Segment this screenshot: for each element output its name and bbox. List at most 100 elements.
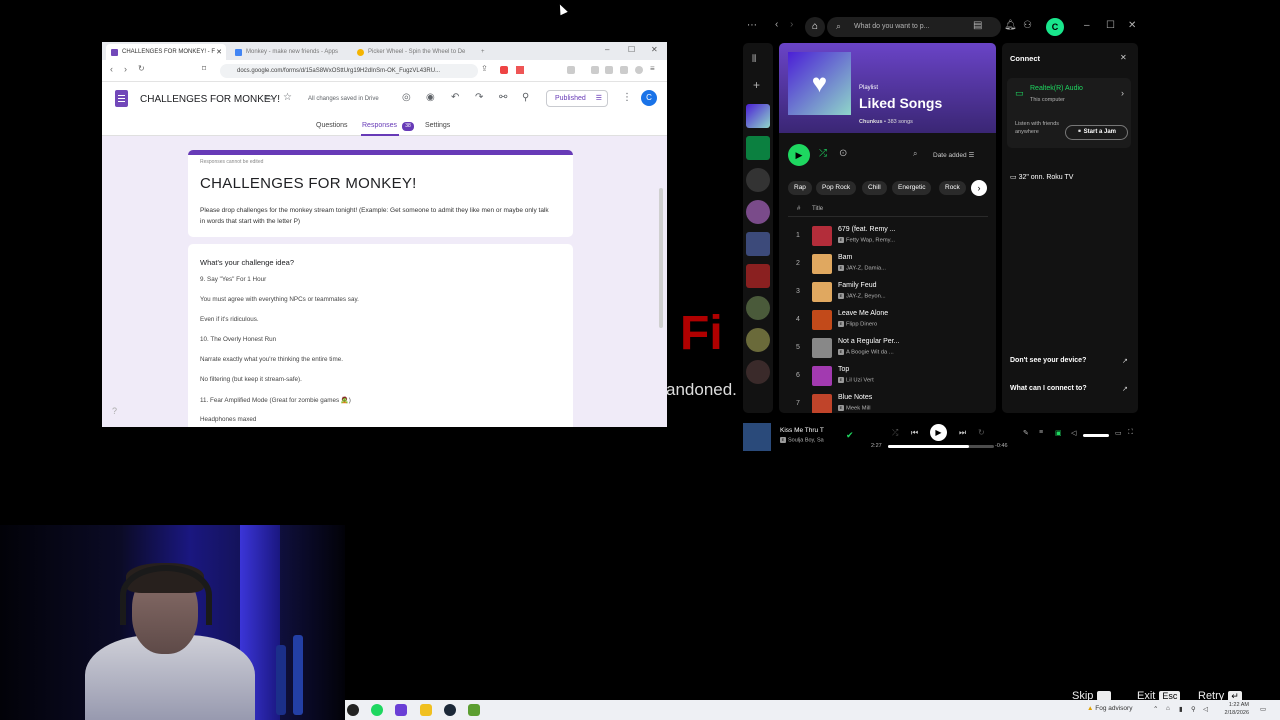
steam-icon[interactable] <box>444 704 456 716</box>
download-icon[interactable]: ⊙ <box>839 148 847 159</box>
weather-widget[interactable]: ▲ Fog advisory <box>1087 705 1132 712</box>
reload-icon[interactable]: ↻ <box>138 64 145 73</box>
wallet-icon[interactable] <box>635 66 643 74</box>
clock[interactable]: 1:22 AM 2/18/2026 <box>1213 701 1249 717</box>
forward-icon[interactable]: › <box>124 64 127 74</box>
tab-responses[interactable]: Responses <box>362 122 397 129</box>
share-icon[interactable]: ⇪ <box>481 64 488 73</box>
page-scrollbar[interactable] <box>659 188 663 328</box>
preview-eye-icon[interactable]: ◉ <box>426 92 435 103</box>
friends-icon[interactable]: ⚇ <box>1023 20 1032 31</box>
track-title[interactable]: 679 (feat. Remy ... <box>838 226 896 233</box>
extension-icon[interactable] <box>567 66 575 74</box>
track-artist[interactable]: Lil Uzi Vert <box>846 378 874 384</box>
brave-shield-icon[interactable] <box>500 66 508 74</box>
track-row[interactable]: 7 Blue Notes E Meek Mill <box>779 392 996 413</box>
star-icon[interactable]: ☆ <box>283 92 292 103</box>
library-item[interactable] <box>746 200 770 224</box>
home-icon[interactable]: ⌂ <box>805 17 825 37</box>
now-playing-art[interactable] <box>743 423 771 451</box>
menu-icon[interactable]: ≡ <box>650 64 655 73</box>
now-playing-view-icon[interactable]: ✎ <box>1023 429 1029 437</box>
close-window-icon[interactable]: ✕ <box>1128 20 1136 31</box>
track-row[interactable]: 1 679 (feat. Remy ... E Fetty Wap, Remy..… <box>779 224 996 252</box>
library-item[interactable] <box>746 264 770 288</box>
network-icon[interactable]: ⚲ <box>1191 705 1196 713</box>
track-title[interactable]: Blue Notes <box>838 394 872 401</box>
now-playing-title[interactable]: Kiss Me Thru T <box>780 427 824 434</box>
battery-icon[interactable]: ▮ <box>1179 705 1183 713</box>
shuffle-icon[interactable]: ⤮ <box>892 428 898 438</box>
tab-settings[interactable]: Settings <box>425 122 450 129</box>
track-title[interactable]: Not a Regular Per... <box>838 338 899 345</box>
play-pause-button[interactable]: ▶ <box>930 424 947 441</box>
mini-player-icon[interactable]: ▭ <box>1115 429 1122 437</box>
roku-device-item[interactable]: ▭ 32" onn. Roku TV <box>1010 173 1073 181</box>
previous-icon[interactable]: ⏮ <box>911 428 918 438</box>
sidebar-icon[interactable] <box>591 66 599 74</box>
library-item[interactable] <box>746 232 770 256</box>
filter-chip[interactable]: Rap <box>788 181 812 195</box>
lyrics-icon[interactable]: ≡ <box>1039 429 1043 436</box>
more-vert-icon[interactable]: ⋮ <box>622 92 632 103</box>
forward-icon[interactable]: › <box>790 19 793 30</box>
next-icon[interactable]: ⏭ <box>959 428 966 438</box>
new-tab-button[interactable]: + <box>476 44 490 60</box>
track-artist[interactable]: JAY-Z, Damia... <box>846 266 886 272</box>
liked-check-icon[interactable]: ✔ <box>846 430 854 441</box>
column-title-header[interactable]: Title <box>812 206 823 212</box>
browser-tab-picker[interactable]: Picker Wheel - Spin the Wheel to De <box>352 44 472 60</box>
volume-icon[interactable]: ◁ <box>1071 429 1076 437</box>
bookmark-icon[interactable]: ⌑ <box>202 64 206 73</box>
shuffle-icon[interactable]: ⤮ <box>819 148 827 159</box>
maximize-icon[interactable]: ☐ <box>628 45 635 54</box>
maximize-icon[interactable]: ☐ <box>1106 20 1115 31</box>
add-collaborator-icon[interactable]: ⚲ <box>522 92 529 103</box>
palette-icon[interactable]: ◎ <box>402 92 411 103</box>
progress-bar[interactable] <box>888 445 994 448</box>
create-plus-icon[interactable]: + <box>753 78 760 92</box>
extension-icon[interactable] <box>605 66 613 74</box>
back-icon[interactable]: ‹ <box>775 19 778 30</box>
now-playing-artist[interactable]: Soulja Boy, Sa <box>788 437 824 443</box>
undo-icon[interactable]: ↶ <box>451 92 459 103</box>
fullscreen-icon[interactable]: ⛶ <box>1128 429 1133 437</box>
calculator-icon[interactable] <box>395 704 407 716</box>
track-row[interactable]: 6 Top E Lil Uzi Vert <box>779 364 996 392</box>
chevron-right-icon[interactable]: › <box>971 180 987 196</box>
speaker-icon[interactable]: ◁ <box>1203 705 1208 713</box>
close-window-icon[interactable]: ✕ <box>651 45 658 54</box>
google-forms-icon[interactable] <box>115 90 128 107</box>
spotify-icon[interactable] <box>371 704 383 716</box>
track-artist[interactable]: A Boogie Wit da ... <box>846 350 894 356</box>
profile-avatar[interactable]: C <box>1046 18 1064 36</box>
extension-icon[interactable] <box>620 66 628 74</box>
notifications-icon[interactable]: ▭ <box>1260 705 1266 713</box>
filter-chip[interactable]: Pop Rock <box>816 181 857 195</box>
chevron-up-icon[interactable]: ⌃ <box>1153 705 1158 713</box>
track-artist[interactable]: JAY-Z, Beyon... <box>846 294 886 300</box>
help-link[interactable]: What can I connect to? <box>1010 385 1087 392</box>
chrome-icon[interactable] <box>420 704 432 716</box>
rewards-icon[interactable] <box>516 66 524 74</box>
close-icon[interactable]: ✕ <box>1120 53 1127 62</box>
start-jam-button[interactable]: ⚭ Start a Jam <box>1065 125 1128 140</box>
minimize-icon[interactable]: – <box>605 45 609 54</box>
repeat-icon[interactable]: ↻ <box>978 428 985 437</box>
folder-icon[interactable]: ▭ <box>265 92 274 103</box>
search-in-playlist-icon[interactable]: ⌕ <box>913 149 917 159</box>
track-title[interactable]: Family Feud <box>838 282 877 289</box>
bell-icon[interactable]: 🔔︎ <box>1004 20 1017 31</box>
library-item[interactable] <box>746 296 770 320</box>
link-icon[interactable]: ⚯ <box>499 92 507 103</box>
volume-slider[interactable] <box>1083 434 1109 437</box>
filter-chip[interactable]: Energetic <box>892 181 932 195</box>
more-horizontal-icon[interactable]: ⋯ <box>747 20 757 31</box>
minimize-icon[interactable]: – <box>1084 20 1090 31</box>
help-icon[interactable]: ? <box>112 406 117 416</box>
filter-chip[interactable]: Rock <box>939 181 966 195</box>
back-icon[interactable]: ‹ <box>110 64 113 74</box>
usb-icon[interactable]: ⌂ <box>1166 705 1170 712</box>
browser-tab-monkey[interactable]: Monkey - make new friends - Apps <box>230 44 348 60</box>
track-row[interactable]: 5 Not a Regular Per... EA Boogie Wit da … <box>779 336 996 364</box>
